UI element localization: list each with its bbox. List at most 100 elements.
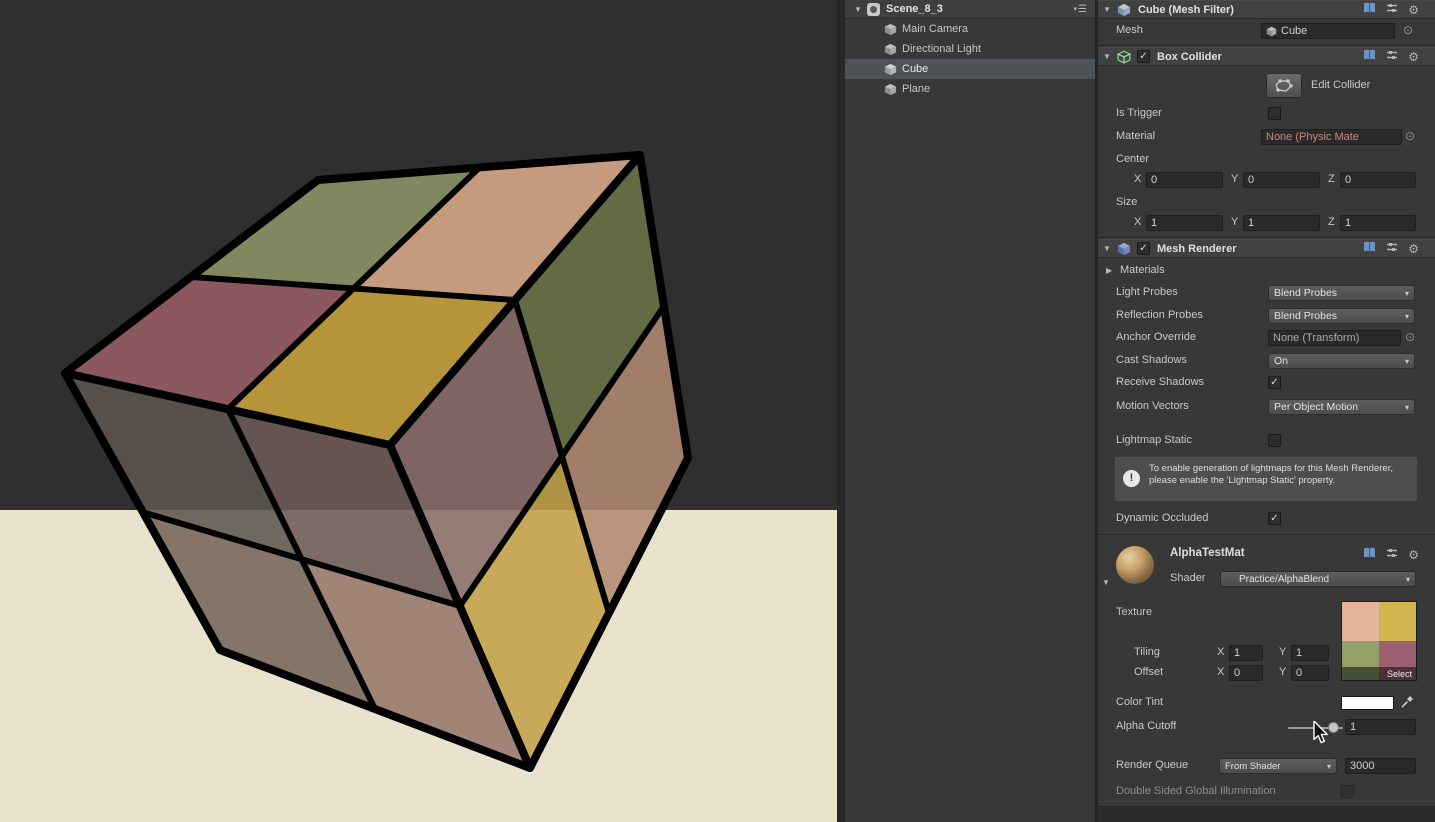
offset-label: Offset [1134, 666, 1164, 678]
fold-open-icon[interactable]: ▼ [1102, 5, 1112, 14]
motion-vectors-label: Motion Vectors [1116, 400, 1189, 412]
offset-x-field[interactable]: 0 [1229, 665, 1263, 681]
mesh-row: Mesh Cube ⊙ [1098, 22, 1435, 40]
center-y-field[interactable]: 0 [1243, 172, 1320, 188]
divider [1098, 237, 1435, 238]
size-z-field[interactable]: 1 [1340, 215, 1416, 231]
anchor-override-field[interactable]: None (Transform) [1268, 330, 1401, 346]
edit-collider-button[interactable] [1266, 73, 1302, 98]
hierarchy-item-directional-light[interactable]: Directional Light [845, 39, 1095, 59]
tiling-label: Tiling [1134, 646, 1160, 658]
help-book-icon[interactable] [1363, 547, 1376, 562]
motion-vectors-dropdown[interactable]: Per Object Motion ▾ [1268, 399, 1415, 415]
mesh-filter-header[interactable]: ▼ Cube (Mesh Filter) ⚙ [1098, 0, 1435, 19]
mesh-label: Mesh [1116, 24, 1143, 36]
materials-label: Materials [1120, 264, 1165, 276]
chevron-down-icon: ▾ [1326, 761, 1331, 771]
lightmap-static-label: Lightmap Static [1116, 434, 1192, 446]
render-queue-dropdown[interactable]: From Shader ▾ [1219, 758, 1337, 774]
tiling-x-field[interactable]: 1 [1229, 645, 1263, 661]
dynamic-occluded-checkbox[interactable]: ✓ [1268, 512, 1281, 525]
fold-open-icon[interactable]: ▼ [1102, 578, 1110, 587]
color-tint-swatch[interactable] [1341, 696, 1394, 710]
center-z-field[interactable]: 0 [1340, 172, 1416, 188]
lightmap-static-checkbox[interactable] [1268, 434, 1281, 447]
reflection-probes-dropdown[interactable]: Blend Probes ▾ [1268, 308, 1415, 324]
gameobject-icon [884, 63, 897, 76]
component-enabled-checkbox[interactable]: ✓ [1137, 50, 1150, 63]
cast-shadows-row: Cast Shadows On ▾ [1098, 352, 1435, 370]
fold-open-icon[interactable]: ▼ [1102, 244, 1112, 253]
axis-x-label: X [1217, 646, 1225, 658]
object-picker-icon[interactable]: ⊙ [1405, 130, 1415, 143]
help-book-icon[interactable] [1363, 241, 1376, 256]
help-book-icon[interactable] [1363, 49, 1376, 64]
hierarchy-item-main-camera[interactable]: Main Camera [845, 19, 1095, 39]
center-label: Center [1116, 153, 1150, 165]
object-picker-icon[interactable]: ⊙ [1403, 24, 1413, 37]
light-probes-row: Light Probes Blend Probes ▾ [1098, 284, 1435, 302]
gear-icon[interactable]: ⚙ [1408, 243, 1419, 255]
gear-icon[interactable]: ⚙ [1408, 549, 1419, 561]
gameobject-icon [884, 43, 897, 56]
axis-z-label: Z [1328, 173, 1335, 185]
cast-shadows-dropdown[interactable]: On ▾ [1268, 353, 1415, 369]
hierarchy-item-plane[interactable]: Plane [845, 79, 1095, 99]
hierarchy-scene-row[interactable]: ▼ Scene_8_3 ▾ ☰ [845, 0, 1095, 19]
object-picker-icon[interactable]: ⊙ [1405, 331, 1415, 344]
anchor-override-row: Anchor Override None (Transform) ⊙ [1098, 329, 1435, 347]
item-label: Cube [902, 63, 929, 75]
gear-icon[interactable]: ⚙ [1408, 4, 1419, 16]
alpha-cutoff-field[interactable]: 1 [1345, 719, 1416, 735]
axis-y-label: Y [1279, 646, 1287, 658]
render-queue-field[interactable]: 3000 [1345, 758, 1416, 774]
mesh-object-field[interactable]: Cube [1261, 23, 1395, 39]
chevron-down-icon: ▾ [1404, 288, 1409, 298]
scene-viewport[interactable] [0, 0, 837, 822]
anchor-override-value: None (Transform) [1273, 332, 1360, 344]
fold-open-icon[interactable]: ▼ [853, 5, 863, 14]
item-label: Main Camera [902, 23, 969, 35]
fold-closed-icon[interactable]: ▶ [1106, 266, 1112, 275]
axis-x-label: X [1134, 216, 1142, 228]
unity-editor-window: ▼ Scene_8_3 ▾ ☰ Main Camera Directional … [0, 0, 1435, 822]
offset-row: Offset X 0 Y 0 [1098, 664, 1435, 682]
item-label: Directional Light [902, 43, 981, 55]
component-enabled-checkbox[interactable]: ✓ [1137, 242, 1150, 255]
component-title: Box Collider [1157, 50, 1222, 63]
center-x-field[interactable]: 0 [1146, 172, 1223, 188]
reflection-probes-row: Reflection Probes Blend Probes ▾ [1098, 307, 1435, 325]
box-collider-header[interactable]: ▼ ✓ Box Collider ⚙ [1098, 47, 1435, 66]
component-title: Cube (Mesh Filter) [1138, 3, 1234, 16]
alpha-cutoff-row: Alpha Cutoff 1 [1098, 718, 1435, 736]
fold-open-icon[interactable]: ▼ [1102, 52, 1112, 61]
preset-icon[interactable] [1386, 2, 1398, 17]
is-trigger-row: Is Trigger [1098, 105, 1435, 123]
physic-material-field[interactable]: None (Physic Mate [1261, 129, 1402, 145]
center-fields-row: X 0 Y 0 Z 0 [1098, 171, 1435, 189]
preset-icon[interactable] [1386, 547, 1398, 562]
mesh-renderer-header[interactable]: ▼ ✓ Mesh Renderer ⚙ [1098, 239, 1435, 258]
material-header-icons: ⚙ [1363, 547, 1435, 562]
tiling-row: Tiling X 1 Y 1 [1098, 644, 1435, 662]
receive-shadows-checkbox[interactable]: ✓ [1268, 376, 1281, 389]
hierarchy-item-cube[interactable]: Cube [845, 59, 1095, 79]
light-probes-dropdown[interactable]: Blend Probes ▾ [1268, 285, 1415, 301]
size-x-field[interactable]: 1 [1146, 215, 1223, 231]
preset-icon[interactable] [1386, 49, 1398, 64]
is-trigger-checkbox[interactable] [1268, 107, 1281, 120]
double-sided-gi-checkbox[interactable] [1341, 785, 1354, 798]
shader-dropdown[interactable]: Practice/AlphaBlend ▾ [1220, 571, 1416, 587]
tiling-y-field[interactable]: 1 [1291, 645, 1329, 661]
help-book-icon[interactable] [1363, 2, 1376, 17]
eyedropper-icon[interactable] [1400, 695, 1414, 712]
preset-icon[interactable] [1386, 241, 1398, 256]
gear-icon[interactable]: ⚙ [1408, 51, 1419, 63]
materials-foldout-row[interactable]: ▶ Materials [1098, 262, 1435, 280]
offset-y-field[interactable]: 0 [1291, 665, 1329, 681]
motion-vectors-row: Motion Vectors Per Object Motion ▾ [1098, 398, 1435, 416]
size-label: Size [1116, 196, 1138, 208]
size-y-field[interactable]: 1 [1243, 215, 1320, 231]
hierarchy-menu-icon[interactable]: ▾ ☰ [1074, 4, 1087, 15]
physic-material-row: Material None (Physic Mate ⊙ [1098, 128, 1435, 146]
